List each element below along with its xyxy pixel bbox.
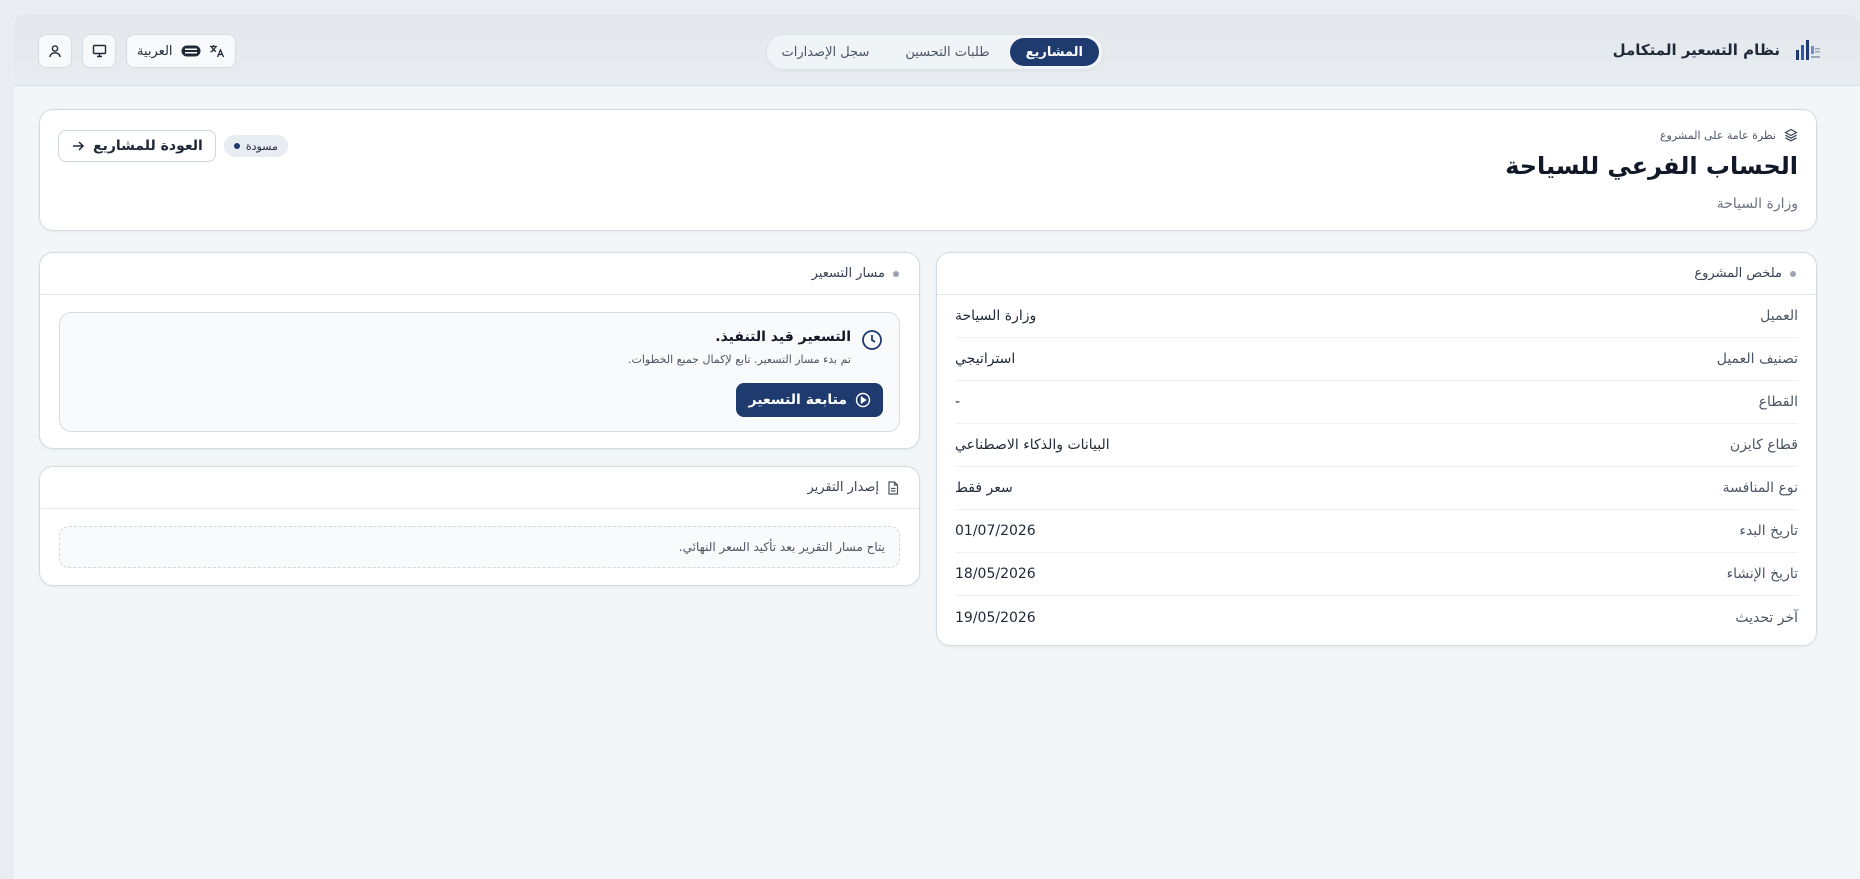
page-subtitle: وزارة السياحة: [1716, 196, 1798, 212]
overview-kicker-text: نظرة عامة على المشروع: [1659, 128, 1776, 142]
row-value: -: [955, 394, 961, 410]
pricing-path-card: مسار التسعير التسعير قيد التنفيذ. تم بدء…: [39, 252, 920, 449]
follow-pricing-label: متابعة التسعير: [748, 392, 847, 408]
pricing-heading: مسار التسعير: [811, 266, 885, 281]
report-header: إصدار التقرير: [40, 467, 919, 509]
brand[interactable]: نظام التسعير المتكامل: [1613, 34, 1824, 66]
nav-item-release-log[interactable]: سجل الإصدارات: [765, 38, 885, 66]
follow-pricing-button[interactable]: متابعة التسعير: [736, 383, 883, 417]
top-bar: نظام التسعير المتكامل المشاريع طلبات الت…: [14, 14, 1860, 86]
row-label: آخر تحديث: [1735, 609, 1798, 626]
row-label: تصنيف العميل: [1716, 351, 1798, 367]
dot-icon: [893, 270, 899, 277]
summary-row: تاريخ البدء 01/07/2026: [955, 510, 1798, 553]
summary-row: آخر تحديث 19/05/2026: [955, 596, 1798, 639]
summary-row: تصنيف العميل استراتيجي: [955, 338, 1798, 381]
row-value: البيانات والذكاء الاصطناعي: [955, 437, 1110, 453]
page-title: الحساب الفرعي للسياحة: [1505, 152, 1798, 180]
report-note: يتاح مسار التقرير بعد تأكيد السعر النهائ…: [678, 540, 885, 554]
summary-row: نوع المنافسة سعر فقط: [955, 467, 1798, 510]
summary-row: قطاع كايزن البيانات والذكاء الاصطناعي: [955, 424, 1798, 467]
nav-item-improvement-requests[interactable]: طلبات التحسين: [889, 38, 1005, 66]
logo-icon: [1792, 34, 1824, 66]
project-summary-card: ملخص المشروع العميل وزارة السياحة تصنيف ا…: [936, 252, 1817, 646]
summary-row: العميل وزارة السياحة: [955, 295, 1798, 338]
row-value: 01/07/2026: [955, 523, 1036, 539]
row-value: وزارة السياحة: [955, 308, 1037, 324]
app-title: نظام التسعير المتكامل: [1612, 41, 1780, 59]
pricing-status-title: التسعير قيد التنفيذ.: [715, 329, 851, 345]
row-label: القطاع: [1758, 394, 1798, 410]
report-heading: إصدار التقرير: [807, 480, 879, 495]
summary-rows: العميل وزارة السياحة تصنيف العميل استراتيج…: [937, 295, 1816, 639]
row-label: قطاع كايزن: [1729, 437, 1798, 453]
row-value: 19/05/2026: [955, 609, 1036, 626]
pricing-header: مسار التسعير: [40, 253, 919, 295]
user-icon: [49, 45, 61, 58]
main-nav: المشاريع طلبات التحسين سجل الإصدارات: [766, 34, 1104, 70]
row-value: 18/05/2026: [955, 566, 1036, 582]
dot-icon: [1790, 270, 1796, 277]
summary-header: ملخص المشروع: [937, 253, 1816, 295]
summary-row: القطاع -: [955, 381, 1798, 424]
back-to-projects-button[interactable]: العودة للمشاريع: [58, 130, 216, 162]
header-tools: العربية: [38, 34, 236, 68]
status-badge: مسودة: [223, 135, 288, 157]
row-label: نوع المنافسة: [1722, 480, 1798, 496]
summary-heading: ملخص المشروع: [1694, 266, 1782, 281]
document-icon: [888, 480, 899, 495]
row-value: استراتيجي: [955, 351, 1016, 367]
row-label: تاريخ الإنشاء: [1726, 566, 1798, 582]
user-button[interactable]: [38, 34, 72, 68]
layers-icon: [1784, 128, 1798, 142]
status-dot-icon: [233, 143, 240, 149]
clock-icon: [862, 330, 882, 350]
overview-actions: العودة للمشاريع مسودة: [58, 130, 288, 162]
row-label: تاريخ البدء: [1739, 523, 1798, 539]
app-frame: نظام التسعير المتكامل المشاريع طلبات الت…: [14, 14, 1860, 879]
overview-kicker: نظرة عامة على المشروع: [1660, 128, 1798, 142]
language-label: العربية: [137, 43, 173, 59]
display-mode-button[interactable]: [82, 34, 116, 68]
play-circle-icon: [855, 392, 871, 408]
monitor-icon: [92, 44, 106, 58]
summary-row: تاريخ الإنشاء 18/05/2026: [955, 553, 1798, 596]
project-overview-card: نظرة عامة على المشروع الحساب الفرعي للسي…: [39, 109, 1817, 231]
row-value: سعر فقط: [955, 480, 1013, 496]
arrow-right-icon: [73, 141, 85, 151]
back-label: العودة للمشاريع: [93, 138, 203, 154]
report-note-box: يتاح مسار التقرير بعد تأكيد السعر النهائ…: [59, 526, 900, 568]
language-button[interactable]: العربية: [126, 34, 236, 68]
pricing-status-description: تم بدء مسار التسعير. تابع لإكمال جميع ال…: [628, 353, 851, 366]
translate-icon: [209, 45, 224, 58]
report-issue-card: إصدار التقرير يتاح مسار التقرير بعد تأكي…: [39, 466, 920, 586]
status-badge-label: مسودة: [245, 139, 278, 153]
toggle-icon: [181, 45, 201, 57]
row-label: العميل: [1760, 308, 1798, 324]
nav-item-projects[interactable]: المشاريع: [1009, 38, 1099, 66]
pricing-status-box: التسعير قيد التنفيذ. تم بدء مسار التسعير…: [59, 312, 900, 432]
